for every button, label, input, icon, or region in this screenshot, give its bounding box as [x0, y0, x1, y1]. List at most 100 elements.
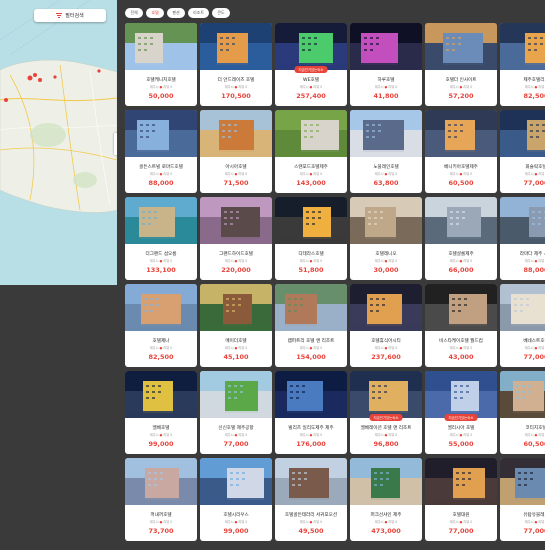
hotel-price: 88,000	[523, 266, 545, 274]
hotel-reviews: 리뷰 0	[463, 433, 473, 437]
hotel-name: 베니키아호텔제주	[444, 165, 478, 170]
tab-1[interactable]: 호텔	[146, 8, 164, 18]
hotel-card[interactable]: 신신호텔 제주공항 제주시 ● 리뷰 0 77,000	[200, 371, 272, 454]
hotel-location: 제주시	[374, 520, 384, 524]
hotel-meta: 제주시 ● 리뷰 0	[275, 432, 347, 437]
hotel-card[interactable]: 베네스트호텔제주시 ● 리뷰 0 77,000	[500, 284, 545, 367]
hotel-meta: 제주시 ● 리뷰 0	[200, 345, 272, 350]
hotel-card[interactable]: 휘슬락호텔제주시 ● 리뷰 0 77,000	[500, 110, 545, 193]
hotel-meta: 제주시 ● 리뷰 0	[125, 345, 197, 350]
hotel-card[interactable]: 빌리즈 일리도제주 제주 제주시 ● 리뷰 0 176,000	[275, 371, 347, 454]
hotel-price: 41,800	[373, 92, 399, 100]
hotel-card[interactable]: 아시아호텔 제주시 ● 리뷰 0 71,500	[200, 110, 272, 193]
tab-0[interactable]: 전체	[125, 8, 143, 18]
hotel-card[interactable]: 라마다 제주 시티제주시 ● 리뷰 0 88,000	[500, 197, 545, 280]
hotel-photo	[500, 371, 545, 418]
hotel-photo	[125, 23, 197, 70]
hotel-reviews: 리뷰 0	[538, 346, 545, 350]
hotel-location: 제주시	[149, 172, 159, 176]
hotel-card[interactable]: 호텔샬롬제주 제주시 ● 리뷰 0 66,000	[425, 197, 497, 280]
hotel-card[interactable]: 호텔케니지호텔 제주시 ● 리뷰 0 50,000	[125, 23, 197, 106]
hotel-card[interactable]: 베니키아호텔제주 제주시 ● 리뷰 0 60,500	[425, 110, 497, 193]
hotel-card[interactable]: 더그랜드 섬오름 제주시 ● 리뷰 0 133,100	[125, 197, 197, 280]
hotel-price: 99,000	[223, 527, 249, 535]
hotel-card[interactable]: 호텔더 인사이트 제주시 ● 리뷰 0 57,200	[425, 23, 497, 106]
hotel-reviews: 리뷰 0	[463, 346, 473, 350]
hotel-price: 96,800	[373, 440, 399, 448]
hotel-card[interactable]: 메이더호텔 제주시 ● 리뷰 0 45,100	[200, 284, 272, 367]
hotel-price: 71,500	[223, 179, 249, 187]
hotel-card[interactable]: 꺼내꺼호텔 제주시 ● 리뷰 0 73,700	[125, 458, 197, 541]
hotel-card[interactable]: 디테라스호텔 제주시 ● 리뷰 0 51,800	[275, 197, 347, 280]
hotel-card[interactable]: 코티지호텔제주시 ● 리뷰 0 60,500	[500, 371, 545, 454]
hotel-photo	[125, 197, 197, 244]
hotel-photo	[425, 23, 497, 70]
hotel-card[interactable]: 하루호텔 제주시 ● 리뷰 0 41,800	[350, 23, 422, 106]
hotel-location: 제주시	[299, 520, 309, 524]
hotel-card[interactable]: 호텔골든테라리 서귀포오션 제주시 ● 리뷰 0 49,500	[275, 458, 347, 541]
hotel-meta: 제주시 ● 리뷰 0	[500, 84, 545, 89]
hotel-card[interactable]: 비스타케이호텔 월드컵 제주시 ● 리뷰 0 43,000	[425, 284, 497, 367]
hotel-card[interactable]: 지금인기있는숙소 WE호텔 제주시 ● 리뷰 0 257,400	[275, 23, 347, 106]
hotel-reviews: 리뷰 0	[238, 433, 248, 437]
hotel-card[interactable]: 더 안드레이즈 호텔 제주시 ● 리뷰 0 170,500	[200, 23, 272, 106]
hotel-price: 60,500	[523, 440, 545, 448]
hotel-price: 57,200	[448, 92, 474, 100]
hotel-meta: 제주시 ● 리뷰 0	[500, 519, 545, 524]
hotel-location: 제주시	[149, 520, 159, 524]
hotel-location: 제주시	[224, 346, 234, 350]
hotel-name: 코티지호텔	[525, 426, 545, 431]
hotel-card[interactable]: 호텔휴식어시티 제주시 ● 리뷰 0 237,600	[350, 284, 422, 367]
hotel-price: 88,000	[148, 179, 174, 187]
hotel-reviews: 리뷰 0	[163, 85, 173, 89]
hotel-card[interactable]: 골든스트빌 로마드호텔 제주시 ● 리뷰 0 88,000	[125, 110, 197, 193]
hotel-card[interactable]: 퍼크선샤인 제주 제주시 ● 리뷰 0 473,000	[350, 458, 422, 541]
tab-3[interactable]: 리조트	[188, 8, 210, 18]
hotel-name: 호텔시리우스	[223, 513, 249, 518]
hotel-meta: 제주시 ● 리뷰 0	[500, 171, 545, 176]
hotel-card[interactable]: 엘베호텔 제주시 ● 리뷰 0 99,000	[125, 371, 197, 454]
hotel-location: 제주시	[224, 172, 234, 176]
hotel-photo	[425, 371, 497, 418]
hotel-card[interactable]: 노블레인호텔 제주시 ● 리뷰 0 63,800	[350, 110, 422, 193]
hotel-card[interactable]: 호텔제나 제주시 ● 리뷰 0 82,500	[125, 284, 197, 367]
hotel-card[interactable]: 유탑유블레스제주시 ● 리뷰 0 77,000	[500, 458, 545, 541]
tab-2[interactable]: 펜션	[167, 8, 185, 18]
hotel-card[interactable]: 호텔레니오 제주시 ● 리뷰 0 30,000	[350, 197, 422, 280]
hotel-meta: 제주시 ● 리뷰 0	[200, 84, 272, 89]
hotel-photo	[275, 284, 347, 331]
hotel-price: 77,000	[523, 353, 545, 361]
hotel-location: 제주시	[449, 259, 459, 263]
hotel-card[interactable]: 그랜드하이드호텔 제주시 ● 리뷰 0 220,000	[200, 197, 272, 280]
map-canvas[interactable]	[0, 0, 117, 285]
hotel-location: 제주시	[299, 259, 309, 263]
hotel-reviews: 리뷰 0	[538, 433, 545, 437]
hotel-photo	[350, 197, 422, 244]
hotel-card[interactable]: 호텔시리우스 제주시 ● 리뷰 0 99,000	[200, 458, 272, 541]
tab-4[interactable]: 콘도	[212, 8, 231, 18]
hotel-card[interactable]: 캠퍼트리 호텔 앤 리조트 제주시 ● 리뷰 0 154,000	[275, 284, 347, 367]
hotel-card[interactable]: 제주호텔리오제주시 ● 리뷰 0 82,500	[500, 23, 545, 106]
hotel-name: 아시아호텔	[225, 165, 247, 170]
hotel-card[interactable]: 지금인기있는숙소 엘베레이션 호텔 앤 리조트 제주시 ● 리뷰 0 96,800	[350, 371, 422, 454]
hotel-price: 60,500	[448, 179, 474, 187]
hotel-location: 제주시	[149, 85, 159, 89]
hotel-card[interactable]: 호텔대원 제주시 ● 리뷰 0 77,000	[425, 458, 497, 541]
map-panel[interactable]: 필터검색	[0, 0, 117, 285]
hotel-price: 170,500	[221, 92, 251, 100]
hotel-card[interactable]: 스탠포드호텔제주 제주시 ● 리뷰 0 143,000	[275, 110, 347, 193]
hotel-name: 엘리시아 호텔	[447, 426, 475, 431]
hotel-price: 49,500	[298, 527, 324, 535]
hotel-photo	[350, 23, 422, 70]
hotel-card[interactable]: 지금인기있는숙소 엘리시아 호텔 제주시 ● 리뷰 0 55,000	[425, 371, 497, 454]
hotel-name: 호텔샬롬제주	[448, 252, 474, 257]
hotel-photo	[425, 458, 497, 505]
hotel-reviews: 리뷰 0	[238, 172, 248, 176]
filter-search-button[interactable]: 필터검색	[34, 9, 106, 22]
hotel-reviews: 리뷰 0	[538, 85, 545, 89]
hotel-price: 176,000	[296, 440, 326, 448]
hotel-photo	[200, 458, 272, 505]
hotel-meta: 제주시 ● 리뷰 0	[125, 432, 197, 437]
hotel-photo	[125, 284, 197, 331]
hotel-photo	[350, 371, 422, 418]
